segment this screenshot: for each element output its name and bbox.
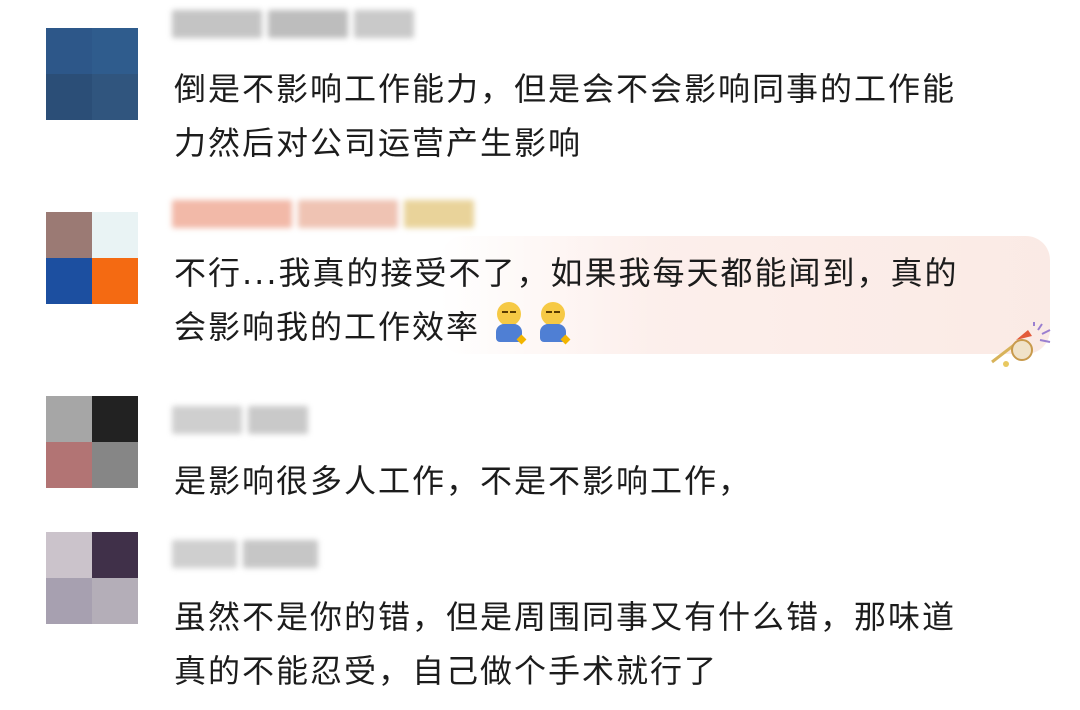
username-blurred[interactable] bbox=[172, 4, 414, 44]
firecracker-sticker-icon bbox=[991, 322, 1051, 367]
smirk-person-icon bbox=[494, 302, 527, 348]
avatar[interactable] bbox=[46, 396, 138, 488]
smirk-person-icon bbox=[538, 302, 571, 348]
comment-text-line: 是影响很多人工作，不是不影响工作， bbox=[174, 462, 753, 500]
avatar[interactable] bbox=[46, 212, 138, 304]
comment-text: 是影响很多人工作，不是不影响工作， bbox=[174, 454, 1024, 508]
comment-text-line: 力然后对公司运营产生影响 bbox=[174, 124, 583, 162]
avatar[interactable] bbox=[46, 28, 138, 120]
username-blurred[interactable] bbox=[172, 400, 308, 440]
comment-text-line: 虽然不是你的错，但是周围同事又有什么错，那味道 bbox=[174, 598, 957, 636]
username-blurred[interactable] bbox=[172, 534, 318, 574]
comment-text-line: 会影响我的工作效率 bbox=[174, 300, 1024, 354]
comment-text-line: 真的不能忍受，自己做个手术就行了 bbox=[174, 652, 719, 690]
comment-text: 倒是不影响工作能力，但是会不会影响同事的工作能 力然后对公司运营产生影响 bbox=[174, 62, 1024, 170]
avatar[interactable] bbox=[46, 532, 138, 624]
comment-text: 虽然不是你的错，但是周围同事又有什么错，那味道 真的不能忍受，自己做个手术就行了 bbox=[174, 590, 1024, 698]
comment-text-line: 倒是不影响工作能力，但是会不会影响同事的工作能 bbox=[174, 70, 957, 108]
comment-text-segment: 会影响我的工作效率 bbox=[174, 308, 481, 346]
username-blurred[interactable] bbox=[172, 194, 474, 234]
comment-text-line: 不行...我真的接受不了，如果我每天都能闻到，真的 bbox=[174, 254, 959, 292]
comment-text: 不行...我真的接受不了，如果我每天都能闻到，真的 会影响我的工作效率 bbox=[174, 246, 1024, 354]
